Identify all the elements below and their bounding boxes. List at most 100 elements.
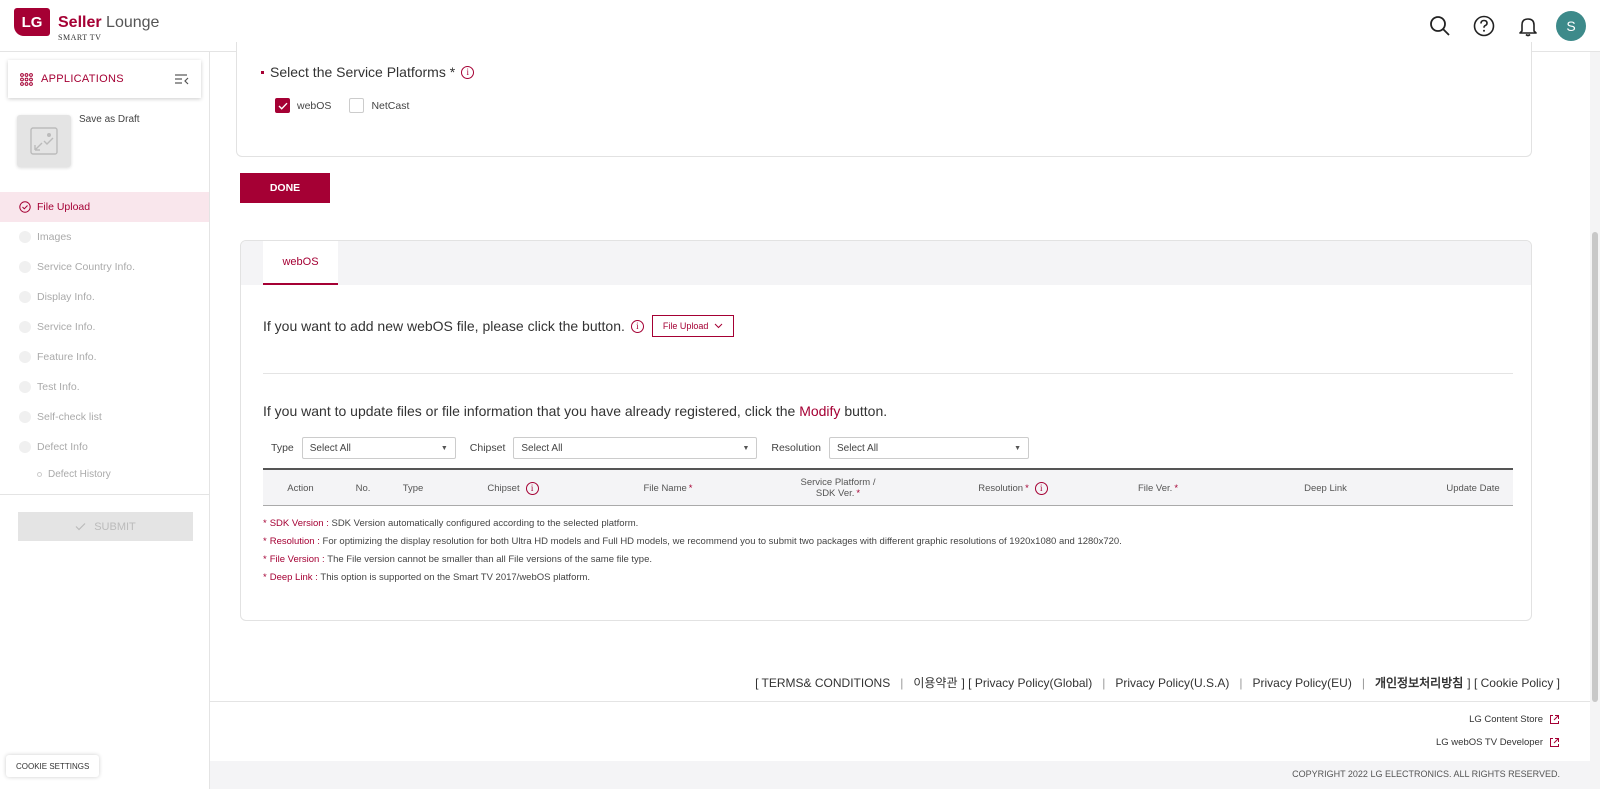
sidebar-item-label: Display Info. bbox=[37, 291, 95, 303]
caret-down-icon: ▼ bbox=[440, 444, 448, 452]
done-button[interactable]: DONE bbox=[240, 173, 330, 203]
chipset-filter-label: Chipset bbox=[469, 442, 506, 454]
resolution-filter-label: Resolution bbox=[771, 442, 821, 454]
sidebar-item-images[interactable]: Images bbox=[0, 222, 209, 252]
col-service-platform-line2: SDK Ver. * bbox=[816, 488, 860, 499]
lg-webos-developer-label: LG webOS TV Developer bbox=[1435, 737, 1543, 748]
col-type: Type bbox=[402, 482, 424, 494]
sidebar-item-self-check[interactable]: Self-check list bbox=[0, 402, 209, 432]
step-dot-icon bbox=[19, 321, 31, 333]
col-resolution: Resolution * i bbox=[968, 470, 1058, 506]
info-icon[interactable]: i bbox=[525, 481, 539, 495]
collapse-menu-icon[interactable] bbox=[174, 73, 189, 86]
user-avatar[interactable]: S bbox=[1556, 11, 1586, 41]
step-dot-icon bbox=[19, 411, 31, 423]
note-text: The File version cannot be smaller than … bbox=[327, 553, 653, 565]
save-as-draft-label: Save as Draft bbox=[79, 114, 140, 125]
image-placeholder-icon bbox=[30, 127, 58, 155]
footer-divider bbox=[210, 701, 1590, 702]
type-select[interactable]: Select All ▼ bbox=[301, 437, 456, 459]
note-item: * File Version : The File version cannot … bbox=[263, 550, 1122, 568]
sidebar-item-file-upload[interactable]: File Upload bbox=[0, 192, 209, 222]
note-item: * SDK Version : SDK Version automatically… bbox=[263, 514, 1122, 532]
info-icon[interactable]: i bbox=[1034, 481, 1048, 495]
note-asterisk: * bbox=[263, 553, 267, 565]
bullet-square-icon bbox=[261, 70, 264, 74]
sidebar-subitem-defect-history[interactable]: Defect History bbox=[0, 462, 209, 486]
step-dot-icon bbox=[19, 351, 31, 363]
required-mark: * bbox=[688, 482, 693, 494]
note-text: SDK Version automatically configured acc… bbox=[331, 517, 639, 529]
service-platform-card: Select the Service Platforms * i webOS N… bbox=[236, 42, 1532, 157]
korean-terms-link[interactable]: 이용약관 bbox=[913, 674, 957, 691]
chipset-select[interactable]: Select All ▼ bbox=[513, 437, 758, 459]
sub-dot-icon bbox=[37, 471, 42, 477]
check-circle-icon bbox=[19, 201, 31, 213]
sidebar-item-label: Test Info. bbox=[37, 381, 80, 393]
col-deep-link: Deep Link bbox=[1304, 482, 1347, 494]
sidebar-item-display-info[interactable]: Display Info. bbox=[0, 282, 209, 312]
cookie-policy-link[interactable]: ] [ Cookie Policy ] bbox=[1467, 676, 1560, 690]
footer-separator: | bbox=[900, 675, 904, 690]
col-update-date: Update Date bbox=[1446, 482, 1500, 494]
korean-privacy-link[interactable]: 개인정보처리방침 bbox=[1375, 674, 1463, 691]
sidebar-item-defect-info[interactable]: Defect Info bbox=[0, 432, 209, 462]
terms-link[interactable]: [ TERMS& CONDITIONS bbox=[755, 676, 890, 690]
sidebar-subitem-label: Defect History bbox=[48, 468, 111, 480]
lg-content-store-link[interactable]: LG Content Store bbox=[1469, 714, 1560, 725]
col-chipset-label: Chipset bbox=[487, 482, 520, 494]
privacy-eu-link[interactable]: Privacy Policy(EU) bbox=[1252, 676, 1351, 690]
info-icon[interactable]: i bbox=[461, 65, 475, 79]
search-icon[interactable] bbox=[1424, 10, 1456, 42]
copyright-bar: COPYRIGHT 2022 LG ELECTRONICS. ALL RIGHT… bbox=[210, 761, 1590, 789]
file-upload-dropdown-button[interactable]: File Upload bbox=[651, 315, 735, 337]
col-file-name-label: File Name bbox=[643, 482, 687, 494]
checkmark-icon bbox=[278, 102, 288, 110]
check-icon bbox=[75, 523, 86, 531]
step-dot-icon bbox=[19, 441, 31, 453]
help-icon[interactable] bbox=[1468, 10, 1500, 42]
page-scrollbar[interactable] bbox=[1592, 232, 1598, 702]
file-table-header: Action No. Type Chipset i File Name * Serv… bbox=[263, 468, 1513, 506]
submit-button[interactable]: SUBMIT bbox=[18, 512, 193, 541]
sidebar-item-feature-info[interactable]: Feature Info. bbox=[0, 342, 209, 372]
platform-checkboxes: webOS NetCast bbox=[275, 98, 427, 113]
copyright-text: COPYRIGHT 2022 LG ELECTRONICS. ALL RIGHT… bbox=[1292, 769, 1560, 779]
netcast-checkbox[interactable] bbox=[349, 98, 365, 113]
tab-webos[interactable]: webOS bbox=[263, 241, 338, 285]
col-file-name: File Name * bbox=[633, 470, 703, 506]
sidebar-item-service-info[interactable]: Service Info. bbox=[0, 312, 209, 342]
note-asterisk: * bbox=[263, 517, 267, 529]
bell-icon[interactable] bbox=[1512, 10, 1544, 42]
sidebar-item-label: Self-check list bbox=[37, 411, 102, 423]
header-icons: S bbox=[1412, 10, 1586, 42]
webos-file-panel: webOS If you want to add new webOS file,… bbox=[240, 240, 1532, 621]
chipset-select-value: Select All bbox=[521, 442, 563, 454]
col-sdk-label: SDK Ver. bbox=[815, 488, 855, 499]
applications-bar[interactable]: APPLICATIONS bbox=[8, 60, 201, 98]
resolution-select[interactable]: Select All ▼ bbox=[829, 437, 1029, 459]
footer-separator: | bbox=[1102, 675, 1106, 690]
lg-logo[interactable]: LG Seller Lounge SMART TV bbox=[14, 8, 159, 42]
sidebar-item-test-info[interactable]: Test Info. bbox=[0, 372, 209, 402]
step-dot-icon bbox=[19, 231, 31, 243]
platform-title: Select the Service Platforms bbox=[270, 64, 446, 80]
cookie-settings-button[interactable]: COOKIE SETTINGS bbox=[6, 755, 100, 777]
webos-checkbox[interactable] bbox=[275, 98, 290, 113]
resolution-select-value: Select All bbox=[837, 442, 879, 454]
sidebar-item-service-country[interactable]: Service Country Info. bbox=[0, 252, 209, 282]
apps-grid-icon bbox=[20, 72, 33, 86]
note-asterisk: * bbox=[263, 571, 267, 583]
privacy-global-link[interactable]: ] [ Privacy Policy(Global) bbox=[962, 676, 1093, 690]
update-text-after: button. bbox=[844, 403, 888, 419]
add-file-row: If you want to add new webOS file, pleas… bbox=[263, 315, 735, 337]
col-service-platform: Service Platform / SDK Ver. * bbox=[788, 470, 888, 506]
note-key: Deep Link : bbox=[269, 571, 318, 583]
required-mark: * bbox=[1174, 482, 1179, 494]
info-icon[interactable]: i bbox=[630, 319, 644, 333]
col-no: No. bbox=[355, 482, 371, 494]
lg-webos-developer-link[interactable]: LG webOS TV Developer bbox=[1436, 737, 1560, 748]
privacy-usa-link[interactable]: Privacy Policy(U.S.A) bbox=[1115, 676, 1229, 690]
app-thumbnail[interactable] bbox=[17, 115, 71, 167]
sidebar-item-label: Defect Info bbox=[37, 441, 88, 453]
